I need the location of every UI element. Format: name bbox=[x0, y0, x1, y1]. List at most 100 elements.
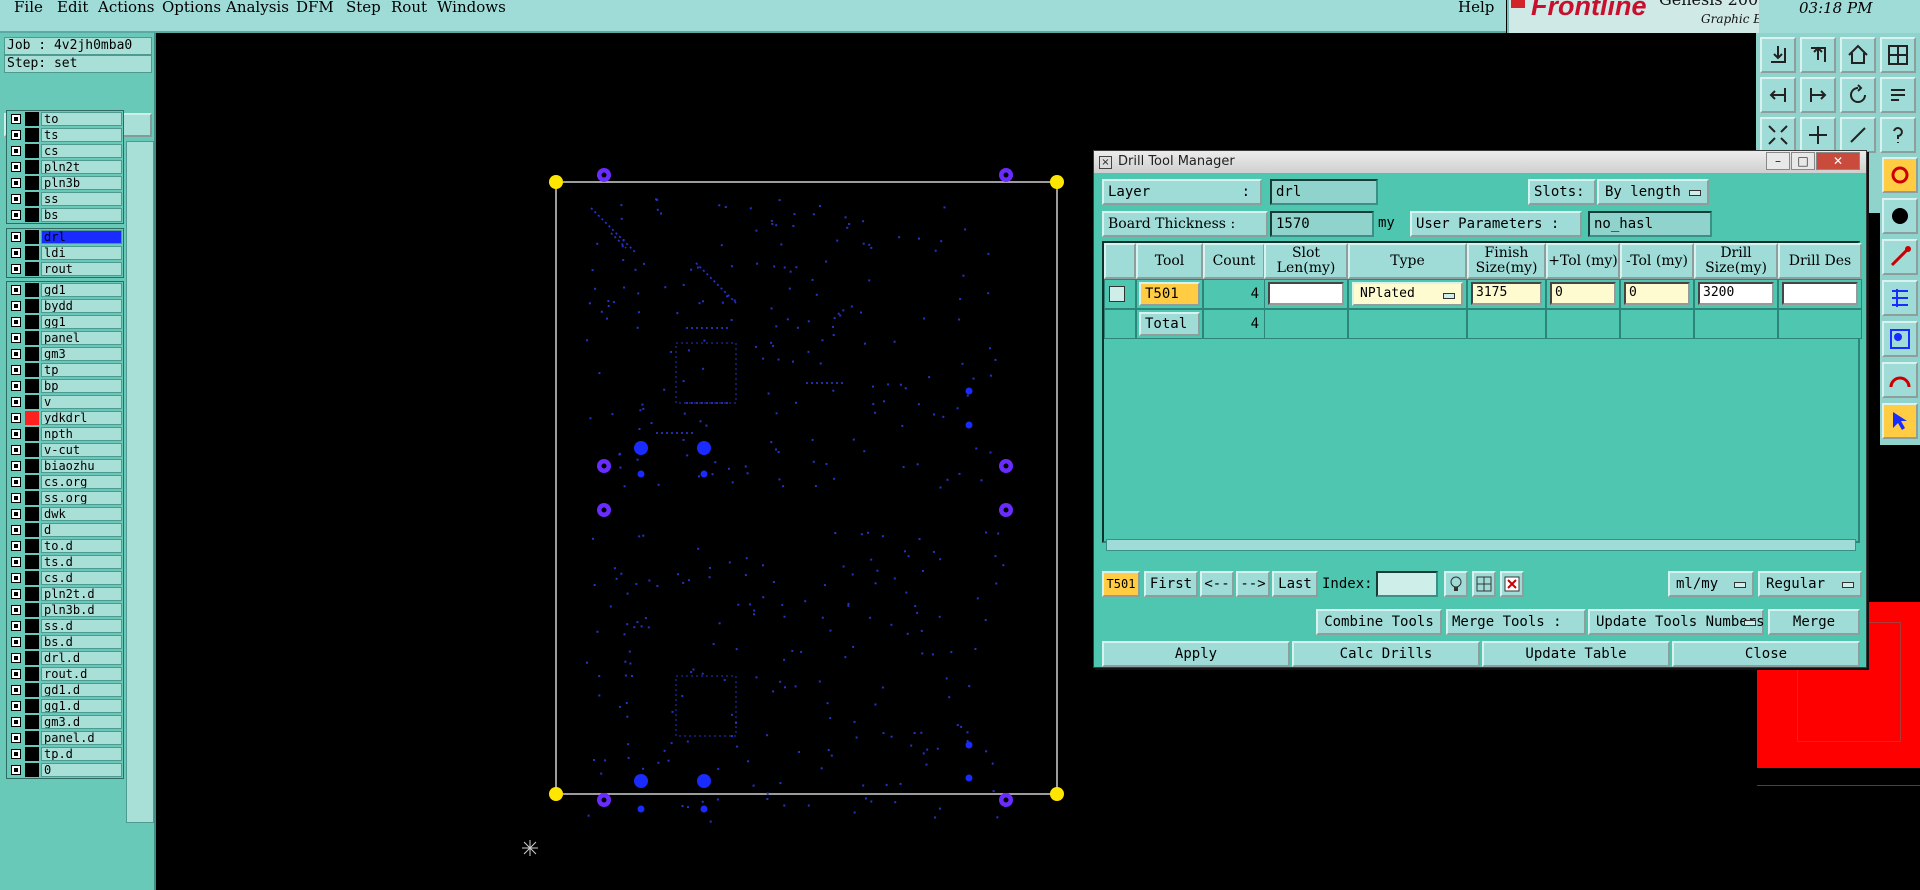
layer-name[interactable]: gg1 bbox=[41, 315, 122, 329]
layer-row[interactable]: ss.d bbox=[7, 618, 123, 634]
menu-edit[interactable]: Edit bbox=[57, 0, 88, 15]
menu-analysis[interactable]: Analysis bbox=[226, 0, 289, 15]
layer-checkbox[interactable] bbox=[11, 557, 21, 567]
menu-help[interactable]: Help bbox=[1458, 0, 1494, 15]
layer-name[interactable]: gm3.d bbox=[41, 715, 122, 729]
prev-button[interactable]: <-- bbox=[1200, 571, 1234, 597]
arc-icon[interactable] bbox=[1882, 362, 1918, 398]
layer-name[interactable]: cs.d bbox=[41, 571, 122, 585]
calc-drills-button[interactable]: Calc Drills bbox=[1292, 641, 1480, 667]
layer-name[interactable]: panel bbox=[41, 331, 122, 345]
scale-icon[interactable] bbox=[1840, 117, 1876, 153]
layer-checkbox[interactable] bbox=[11, 493, 21, 503]
select-icon[interactable] bbox=[1882, 403, 1918, 439]
layer-checkbox[interactable] bbox=[11, 605, 21, 615]
layer-checkbox[interactable] bbox=[11, 701, 21, 711]
slot-len-input[interactable] bbox=[1268, 282, 1344, 305]
layer-row[interactable]: ts bbox=[7, 127, 123, 143]
layer-checkbox[interactable] bbox=[11, 589, 21, 599]
layer-checkbox[interactable] bbox=[11, 717, 21, 727]
layer-row[interactable]: panel.d bbox=[7, 730, 123, 746]
layer-row[interactable]: gm3.d bbox=[7, 714, 123, 730]
layer-row[interactable]: bydd bbox=[7, 298, 123, 314]
bulb-icon[interactable] bbox=[1444, 571, 1468, 597]
layer-row[interactable]: v bbox=[7, 394, 123, 410]
layer-checkbox[interactable] bbox=[11, 413, 21, 423]
layer-name[interactable]: bs.d bbox=[41, 635, 122, 649]
layer-row[interactable]: ss bbox=[7, 191, 123, 207]
step-icon[interactable] bbox=[1880, 77, 1916, 113]
layer-input[interactable]: drl bbox=[1270, 179, 1378, 205]
window-close-button[interactable]: ✕ bbox=[1816, 152, 1860, 170]
layer-name[interactable]: bp bbox=[41, 379, 122, 393]
zoom-right-icon[interactable] bbox=[1800, 77, 1836, 113]
layer-checkbox[interactable] bbox=[11, 429, 21, 439]
ptol-input[interactable]: 0 bbox=[1550, 282, 1616, 305]
layer-row[interactable]: cs bbox=[7, 143, 123, 159]
drill-tool-icon[interactable] bbox=[1882, 157, 1918, 193]
layer-row[interactable]: pln2t bbox=[7, 159, 123, 175]
layer-row[interactable]: bp bbox=[7, 378, 123, 394]
layer-checkbox[interactable] bbox=[11, 525, 21, 535]
layer-row[interactable]: npth bbox=[7, 426, 123, 442]
zoom-left-icon[interactable] bbox=[1760, 77, 1796, 113]
grid-icon[interactable] bbox=[1472, 571, 1496, 597]
layer-name[interactable]: rout.d bbox=[41, 667, 122, 681]
board-thickness-input[interactable]: 1570 bbox=[1270, 211, 1374, 237]
layer-row[interactable]: ss.org bbox=[7, 490, 123, 506]
layer-checkbox[interactable] bbox=[11, 653, 21, 663]
layer-row[interactable]: rout.d bbox=[7, 666, 123, 682]
layer-row[interactable]: gg1.d bbox=[7, 698, 123, 714]
next-button[interactable]: --> bbox=[1236, 571, 1270, 597]
layer-name[interactable]: npth bbox=[41, 427, 122, 441]
table-hscrollbar[interactable] bbox=[1106, 539, 1856, 551]
layer-checkbox[interactable] bbox=[11, 669, 21, 679]
layer-row[interactable]: drl bbox=[7, 229, 123, 245]
layer-row[interactable]: cs.org bbox=[7, 474, 123, 490]
mtol-input[interactable]: 0 bbox=[1624, 282, 1690, 305]
layer-row[interactable]: gm3 bbox=[7, 346, 123, 362]
layer-name[interactable]: dwk bbox=[41, 507, 122, 521]
home-icon[interactable] bbox=[1840, 37, 1876, 73]
first-button[interactable]: First bbox=[1144, 571, 1198, 597]
layer-row[interactable]: dwk bbox=[7, 506, 123, 522]
layer-checkbox[interactable] bbox=[11, 349, 21, 359]
layer-checkbox[interactable] bbox=[11, 264, 21, 274]
layer-checkbox[interactable] bbox=[11, 248, 21, 258]
layer-checkbox[interactable] bbox=[11, 381, 21, 391]
layer-name[interactable]: biaozhu bbox=[41, 459, 122, 473]
layer-row[interactable]: biaozhu bbox=[7, 458, 123, 474]
menu-rout[interactable]: Rout bbox=[391, 0, 427, 15]
layer-checkbox[interactable] bbox=[11, 397, 21, 407]
route-icon[interactable] bbox=[1882, 280, 1918, 316]
layer-name[interactable]: ydkdrl bbox=[41, 411, 122, 425]
type-select[interactable]: NPlated bbox=[1352, 282, 1463, 306]
layer-checkbox[interactable] bbox=[11, 749, 21, 759]
layer-row[interactable]: tp bbox=[7, 362, 123, 378]
layer-name[interactable]: ss bbox=[41, 192, 122, 206]
layer-name[interactable]: tp.d bbox=[41, 747, 122, 761]
layer-checkbox[interactable] bbox=[11, 541, 21, 551]
layer-row[interactable]: pln3b bbox=[7, 175, 123, 191]
layer-row[interactable]: to.d bbox=[7, 538, 123, 554]
last-button[interactable]: Last bbox=[1272, 571, 1318, 597]
tool-cell[interactable]: T501 bbox=[1139, 282, 1200, 306]
apply-button[interactable]: Apply bbox=[1102, 641, 1290, 667]
layer-checkbox[interactable] bbox=[11, 733, 21, 743]
layer-name[interactable]: v bbox=[41, 395, 122, 409]
layer-name[interactable]: pln3b.d bbox=[41, 603, 122, 617]
layer-name[interactable]: pln3b bbox=[41, 176, 122, 190]
component-icon[interactable] bbox=[1882, 321, 1918, 357]
layer-name[interactable]: drl.d bbox=[41, 651, 122, 665]
row-select-icon[interactable] bbox=[1109, 286, 1125, 302]
layer-name[interactable]: to.d bbox=[41, 539, 122, 553]
layer-row[interactable]: to bbox=[7, 111, 123, 127]
delete-icon[interactable] bbox=[1500, 571, 1524, 597]
layer-row[interactable]: gd1 bbox=[7, 282, 123, 298]
layer-checkbox[interactable] bbox=[11, 162, 21, 172]
layer-row[interactable]: drl.d bbox=[7, 650, 123, 666]
layer-name[interactable]: to bbox=[41, 112, 122, 126]
export-icon[interactable] bbox=[1760, 37, 1796, 73]
layer-name[interactable]: drl bbox=[41, 230, 122, 244]
maximize-button[interactable]: □ bbox=[1791, 152, 1815, 170]
